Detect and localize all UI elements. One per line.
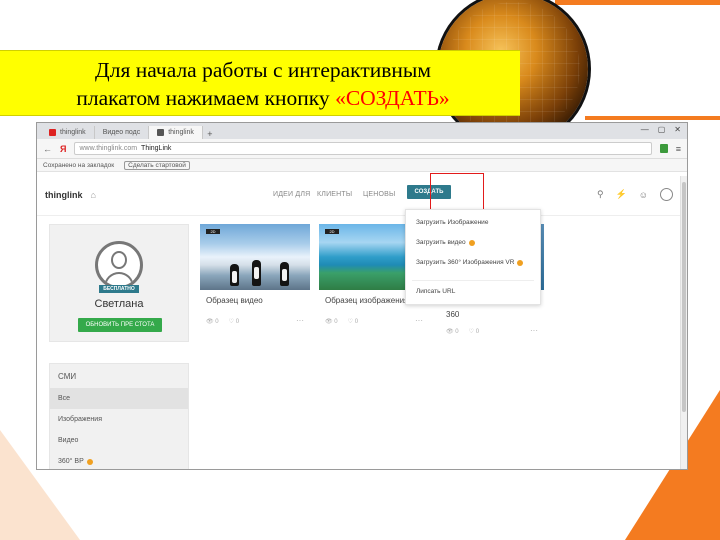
card-stats: 👁 0 ♡ 0 bbox=[206, 318, 239, 325]
menu-item-upload-video[interactable]: Загрузить видео bbox=[416, 239, 475, 246]
help-icon[interactable]: ☺ bbox=[639, 190, 648, 200]
view-count: 👁 0 bbox=[325, 319, 338, 325]
search-icon[interactable]: ⚲ bbox=[597, 189, 604, 200]
avatar-head-shape bbox=[111, 251, 127, 269]
url-text: www.thinglink.com bbox=[79, 145, 138, 152]
back-button[interactable]: ← bbox=[43, 144, 52, 154]
new-tab-button[interactable]: + bbox=[203, 129, 217, 139]
tab-bar: thinglink Видео подс thinglink + — ▢ ✕ bbox=[37, 123, 687, 139]
bookmark-item[interactable]: Сохранено на закладок bbox=[43, 162, 114, 169]
menu-item-upload-image[interactable]: Загрузить Изображение bbox=[416, 219, 488, 226]
upgrade-button[interactable]: ОБНОВИТЬ ПРЕ СТОТА bbox=[78, 318, 162, 332]
browser-screenshot: thinglink Видео подс thinglink + — ▢ ✕ ←… bbox=[36, 122, 688, 470]
more-options-icon[interactable]: ··· bbox=[530, 326, 538, 335]
minimize-button[interactable]: — bbox=[641, 125, 649, 134]
card-title[interactable]: 360 bbox=[446, 310, 459, 319]
bolt-icon[interactable]: ⚡ bbox=[616, 189, 627, 200]
card-badge: 2D bbox=[206, 229, 220, 234]
filter-item-all[interactable]: Все bbox=[50, 388, 188, 409]
home-icon[interactable]: ⌂ bbox=[91, 190, 96, 200]
penguin-shape bbox=[252, 260, 261, 286]
filter-item-video[interactable]: Видео bbox=[50, 430, 188, 451]
avatar bbox=[95, 241, 143, 289]
like-count: ♡ 0 bbox=[347, 319, 359, 325]
filter-item-360[interactable]: 360° ВР bbox=[50, 451, 188, 469]
tab-label: Видео подс bbox=[102, 129, 141, 136]
logo-text: thinglink bbox=[45, 190, 83, 200]
scrollbar-thumb[interactable] bbox=[682, 182, 686, 412]
media-card[interactable]: 2D Образец видео 👁 0 ♡ 0 ··· bbox=[200, 224, 310, 332]
avatar-icon[interactable] bbox=[660, 188, 673, 201]
address-bar: ← Я www.thinglink.com ThingLink ≡ bbox=[37, 139, 687, 159]
url-field[interactable]: www.thinglink.com ThingLink bbox=[74, 142, 652, 155]
badge-icon bbox=[517, 259, 524, 266]
close-button[interactable]: ✕ bbox=[674, 125, 681, 134]
tab-label: thinglink bbox=[168, 129, 194, 136]
like-count: ♡ 0 bbox=[468, 329, 480, 335]
profile-card: БЕСПЛАТНО Светлана ОБНОВИТЬ ПРЕ СТОТА bbox=[49, 224, 189, 342]
card-stats: 👁 0 ♡ 0 bbox=[325, 318, 358, 325]
menu-item-upload-360[interactable]: Загрузить 360° Изображения VR bbox=[416, 259, 524, 266]
accent-stripe bbox=[585, 116, 720, 120]
menu-divider bbox=[412, 280, 534, 281]
slide-title-create-word: «СОЗДАТЬ» bbox=[335, 86, 450, 110]
highlight-frame bbox=[430, 173, 484, 213]
status-badge: БЕСПЛАТНО bbox=[99, 285, 139, 293]
slide-title-line2: плакатом нажимаем кнопку «СОЗДАТЬ» bbox=[28, 84, 498, 112]
window-controls: — ▢ ✕ bbox=[641, 125, 681, 134]
nav-link-pricing[interactable]: ЦЕНОВЫ bbox=[363, 191, 395, 198]
browser-tab-active[interactable]: thinglink bbox=[149, 126, 203, 139]
slide-title: Для начала работы с интерактивным плакат… bbox=[0, 50, 520, 116]
vr-icon bbox=[86, 458, 93, 465]
bookmark-item[interactable]: Сделать стартовой bbox=[124, 160, 190, 170]
card-badge: 2D bbox=[325, 229, 339, 234]
menu-item-paste-url[interactable]: Липсать URL bbox=[416, 288, 455, 295]
penguins-thumbnail[interactable]: 2D bbox=[200, 224, 310, 290]
create-dropdown-menu: Загрузить Изображение Загрузить видео За… bbox=[405, 209, 541, 305]
view-count: 👁 0 bbox=[206, 319, 219, 325]
browser-tab[interactable]: thinglink bbox=[41, 126, 95, 139]
more-options-icon[interactable]: ··· bbox=[296, 316, 304, 325]
scrollbar[interactable] bbox=[680, 176, 687, 469]
browser-tab[interactable]: Видео подс bbox=[95, 126, 150, 139]
view-count: 👁 0 bbox=[446, 329, 459, 335]
bookmarks-bar: Сохранено на закладок Сделать стартовой bbox=[37, 159, 687, 172]
card-title[interactable]: Образец видео bbox=[206, 296, 263, 305]
top-accent-stripe bbox=[555, 0, 720, 5]
profile-name: Светлана bbox=[94, 298, 144, 310]
slide-title-line1: Для начала работы с интерактивным bbox=[95, 58, 431, 82]
browser-menu-icon[interactable]: ≡ bbox=[676, 144, 681, 154]
thinglink-favicon-icon bbox=[157, 129, 165, 136]
penguin-shape bbox=[230, 264, 239, 286]
nav-link-clients[interactable]: КЛИЕНТЫ bbox=[317, 191, 352, 198]
nav-link-ideas[interactable]: ИДЕИ ДЛЯ bbox=[273, 191, 310, 198]
more-options-icon[interactable]: ··· bbox=[415, 316, 423, 325]
slide-title-line2-text: плакатом нажимаем кнопку bbox=[76, 86, 336, 110]
card-title[interactable]: Образец изображения bbox=[325, 296, 408, 305]
penguin-shape bbox=[280, 262, 289, 286]
slide: Для начала работы с интерактивным плакат… bbox=[0, 0, 720, 540]
maximize-button[interactable]: ▢ bbox=[658, 125, 666, 134]
menu-item-label: Загрузить 360° Изображения VR bbox=[416, 259, 515, 266]
menu-item-label: Загрузить видео bbox=[416, 239, 466, 246]
like-count: ♡ 0 bbox=[228, 319, 240, 325]
yandex-logo-icon[interactable]: Я bbox=[60, 144, 66, 154]
filter-item-images[interactable]: Изображения bbox=[50, 409, 188, 430]
tab-label: thinglink bbox=[60, 129, 86, 136]
filter-item-label: 360° ВР bbox=[58, 458, 84, 465]
badge-icon bbox=[468, 239, 475, 246]
download-icon[interactable] bbox=[659, 144, 668, 153]
thinglink-logo[interactable]: thinglink ⌂ bbox=[45, 190, 96, 200]
url-page-title: ThingLink bbox=[141, 145, 172, 152]
site-header: thinglink ⌂ ИДЕИ ДЛЯ КЛИЕНТЫ ЦЕНОВЫ ⚲ ⚡ ☺ bbox=[37, 172, 687, 216]
yandex-favicon-icon bbox=[49, 129, 56, 136]
media-filter-panel: СМИ Все Изображения Видео 360° ВР bbox=[49, 363, 189, 469]
media-panel-title: СМИ bbox=[58, 372, 77, 381]
card-stats: 👁 0 ♡ 0 bbox=[446, 328, 479, 335]
header-icons: ⚲ ⚡ ☺ bbox=[597, 188, 673, 201]
